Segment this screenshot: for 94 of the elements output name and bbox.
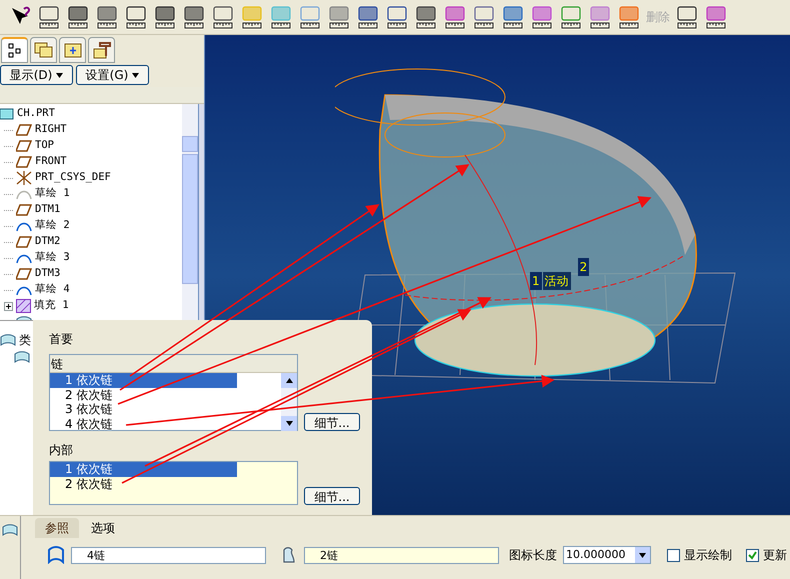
checkbox-label: 显示绘制 <box>684 547 732 564</box>
viewport-tag: 1 <box>530 272 542 290</box>
chain-field[interactable]: 4链 <box>71 546 266 564</box>
length-label: 图标长度 <box>509 547 557 564</box>
ruler-tool-icon[interactable] <box>182 4 206 30</box>
navigator-tab[interactable] <box>1 37 28 63</box>
caret-down-icon <box>639 552 646 558</box>
tree-item-label[interactable]: CH.PRT <box>17 106 55 122</box>
chain-row[interactable]: 2 依次链 <box>50 388 237 402</box>
ruler-tool-icon[interactable] <box>385 4 409 30</box>
chain-row[interactable]: 1 依次链 <box>50 462 237 476</box>
viewport-tag: 活动 <box>542 272 571 290</box>
details-button[interactable]: 细节... <box>304 487 360 505</box>
ruler-tool-icon[interactable] <box>617 4 641 30</box>
tree-item-label[interactable]: 草绘 2 <box>35 218 70 234</box>
dropdown-button[interactable]: 设置(G) <box>76 65 149 85</box>
chain-row[interactable]: 1 依次链 <box>50 373 237 388</box>
tree-item-label[interactable]: 草绘 4 <box>35 282 70 298</box>
length-dropdown[interactable]: 10.000000 <box>563 546 651 564</box>
scrollbar[interactable] <box>182 104 198 320</box>
ruler-tool-icon[interactable] <box>240 4 264 30</box>
tree-item-label[interactable]: 填充 1 <box>34 298 69 314</box>
ruler-tool-icon[interactable] <box>37 4 61 30</box>
tree-item-label[interactable]: RIGHT <box>35 122 67 138</box>
ruler-tool-icon[interactable] <box>356 4 380 30</box>
folders-icon <box>34 41 54 59</box>
section-title: 内部 <box>49 442 73 459</box>
tree-item-label[interactable]: 草绘 1 <box>35 186 70 202</box>
chain-row[interactable]: 3 依次链 <box>50 402 237 416</box>
navigator-tab[interactable] <box>88 37 115 63</box>
ruler-tool-icon[interactable] <box>501 4 525 30</box>
caret-down-icon <box>132 72 140 78</box>
surface-icon <box>14 351 30 363</box>
dashboard-tab[interactable]: 参照 <box>35 518 79 538</box>
ruler-tool-icon[interactable] <box>559 4 583 30</box>
ruler-tool-icon[interactable] <box>66 4 90 30</box>
ruler-tool-icon[interactable] <box>153 4 177 30</box>
dropdown-button[interactable]: 显示(D) <box>0 65 73 85</box>
sketch-icon <box>16 220 32 232</box>
fill-icon <box>16 299 31 313</box>
plane-icon <box>16 268 32 280</box>
chain-row[interactable]: 2 依次链 <box>50 476 237 491</box>
folder-icon <box>62 41 82 59</box>
ruler-tool-icon[interactable] <box>124 4 148 30</box>
ruler-tool-icon[interactable] <box>704 4 728 30</box>
plane-icon <box>16 204 32 216</box>
checkbox[interactable] <box>746 548 759 562</box>
tree-item-label[interactable]: TOP <box>35 138 54 154</box>
chain-field[interactable]: 2链 <box>304 546 499 564</box>
details-button[interactable]: 细节... <box>304 413 360 431</box>
scroll-up-icon <box>286 378 292 383</box>
viewport-tag: 2 <box>578 258 590 276</box>
ruler-tool-icon[interactable] <box>327 4 351 30</box>
plane-icon <box>16 156 32 168</box>
surface-icon <box>47 546 65 564</box>
expand-toggle-icon[interactable] <box>4 302 13 310</box>
ruler-tool-icon[interactable] <box>269 4 293 30</box>
tree-item-label[interactable]: DTM2 <box>35 234 60 250</box>
part-icon <box>0 108 14 120</box>
tree-item-label[interactable]: FRONT <box>35 154 67 170</box>
tree-item-label[interactable]: PRT_CSYS_DEF <box>35 170 111 186</box>
plane-icon <box>16 140 32 152</box>
caret-down-icon <box>56 72 64 78</box>
checkbox-label: 更新 <box>763 547 787 564</box>
hammer-icon <box>92 41 112 59</box>
tree-item-label[interactable]: 类 <box>19 331 31 349</box>
tree-item-label[interactable]: 草绘 3 <box>35 250 70 266</box>
scrollbar[interactable] <box>281 373 297 431</box>
ruler-tool-icon[interactable] <box>298 4 322 30</box>
sketch-icon <box>16 284 32 296</box>
surface-icon <box>0 334 16 346</box>
checkbox[interactable] <box>667 548 680 562</box>
ruler-tool-icon[interactable] <box>95 4 119 30</box>
dashboard-tab[interactable]: 选项 <box>81 518 125 538</box>
chain-row[interactable]: 4 依次链 <box>50 416 237 431</box>
ruler-tool-icon[interactable] <box>675 4 699 30</box>
ruler-tool-icon[interactable] <box>588 4 612 30</box>
scroll-down-icon <box>286 421 292 426</box>
csys-icon <box>16 171 32 185</box>
surface-icon <box>2 524 18 536</box>
ruler-tool-icon[interactable] <box>530 4 554 30</box>
ruler-tool-icon[interactable] <box>211 4 235 30</box>
ruler-tool-icon[interactable] <box>414 4 438 30</box>
plane-icon <box>16 236 32 248</box>
tree-item-label[interactable]: DTM1 <box>35 202 60 218</box>
tree-item-label[interactable]: DTM3 <box>35 266 60 282</box>
sketch-icon <box>16 188 32 200</box>
column-header: 链 <box>50 355 297 373</box>
ruler-tool-icon[interactable] <box>472 4 496 30</box>
tree-icon <box>8 42 22 58</box>
ruler-tool-icon[interactable] <box>443 4 467 30</box>
section-title: 首要 <box>49 331 73 348</box>
sketch-icon <box>16 252 32 264</box>
plane-icon <box>16 124 32 136</box>
